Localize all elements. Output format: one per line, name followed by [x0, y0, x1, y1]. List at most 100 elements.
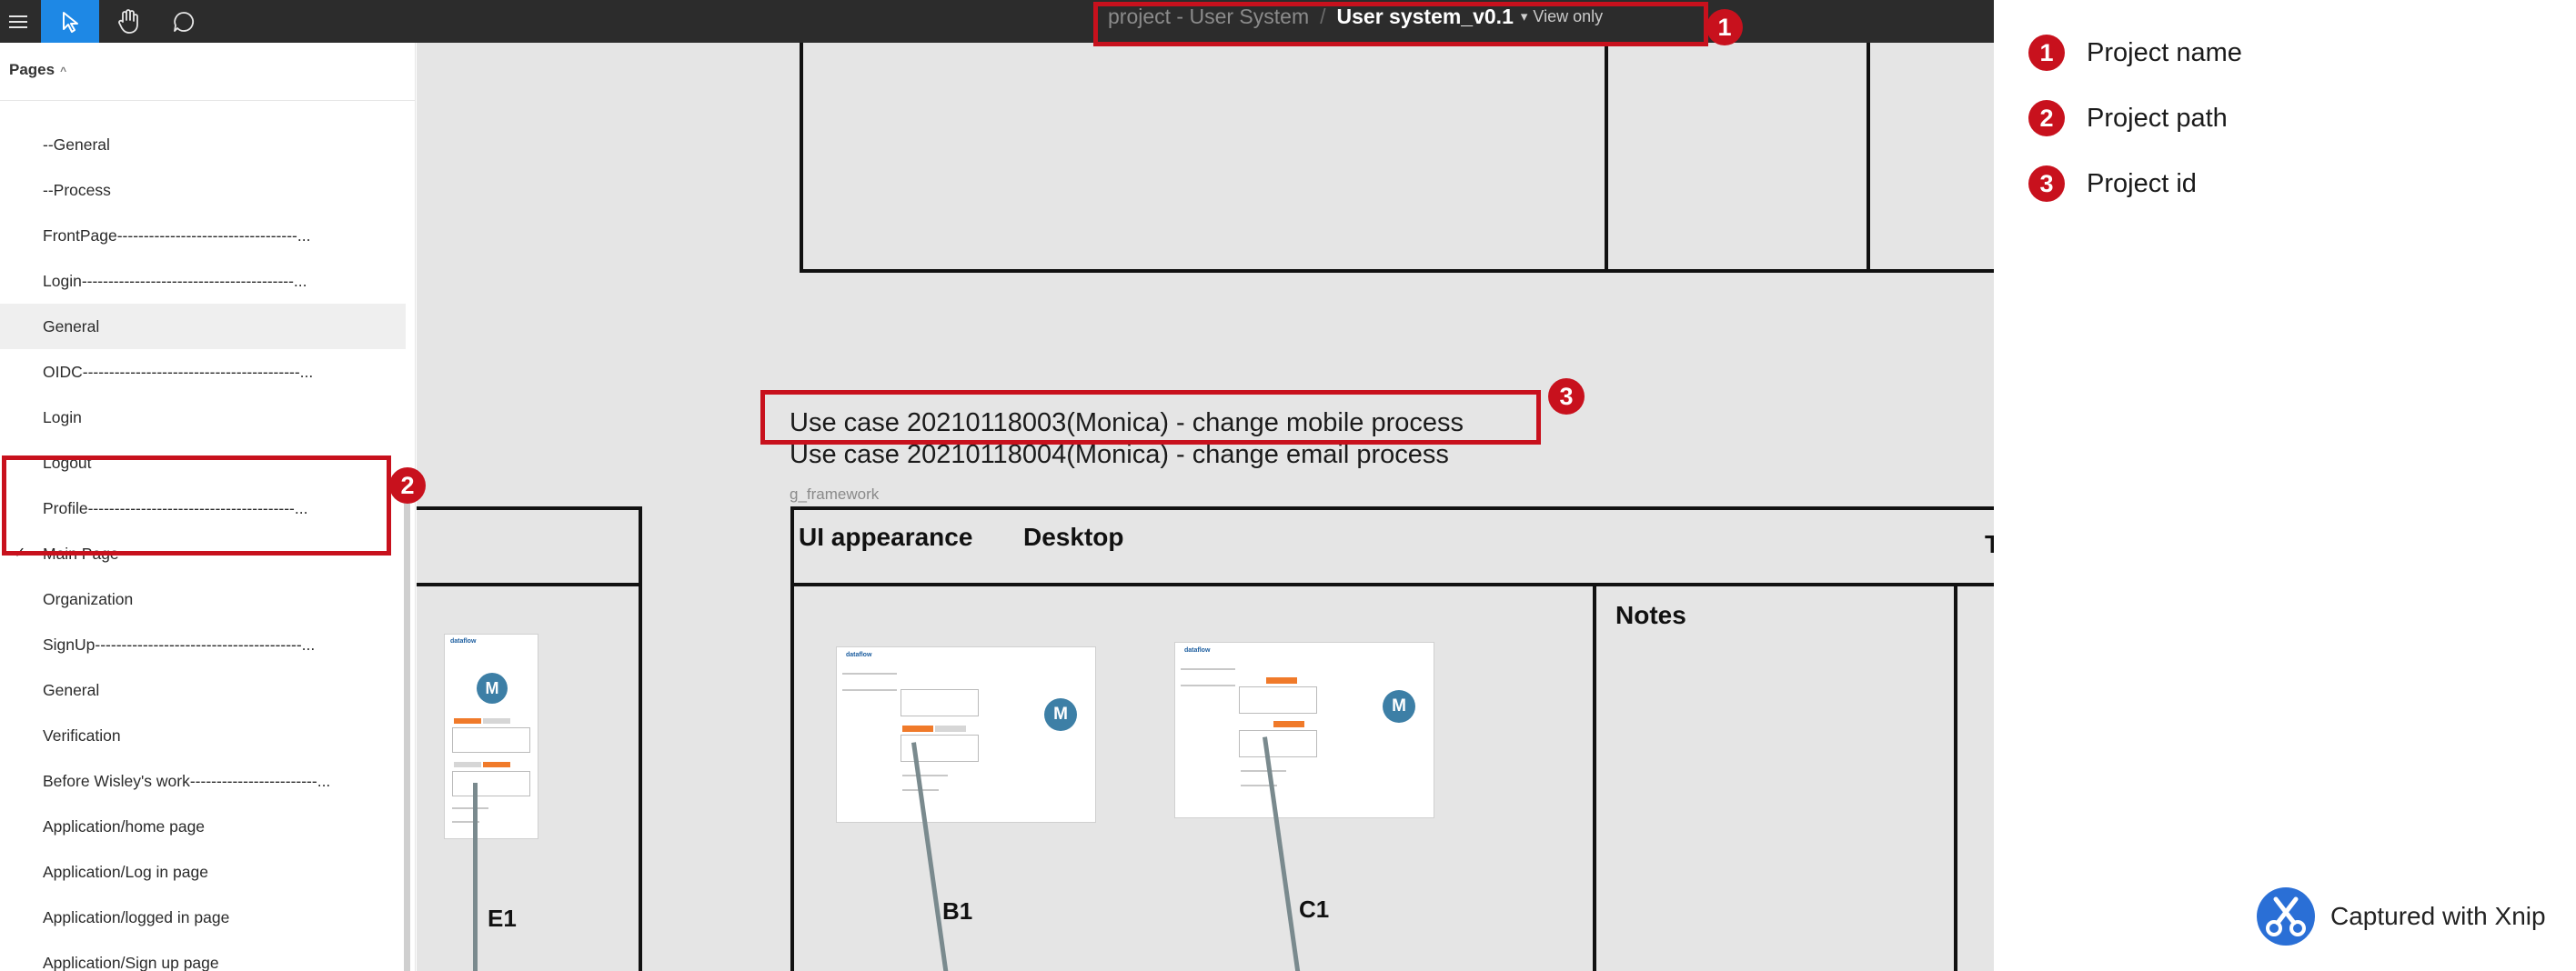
- tab-indicator: [483, 762, 510, 767]
- legend-item: 3 Project id: [2028, 164, 2197, 204]
- pages-header[interactable]: Pages ^: [9, 61, 66, 79]
- notes-header: Notes: [1615, 601, 1686, 629]
- legend-label: Project path: [2087, 103, 2228, 133]
- page-item[interactable]: --General: [0, 122, 406, 167]
- nav-line: [842, 673, 897, 675]
- nav-line: [1181, 668, 1235, 670]
- page-item[interactable]: Before Wisley's work--------------------…: [0, 758, 406, 804]
- xnip-watermark: Captured with Xnip: [2256, 886, 2546, 946]
- screen-thumbnail-desktop[interactable]: dataflow M: [1174, 642, 1434, 818]
- tab-indicator: [483, 718, 510, 724]
- page-item-label: Verification: [43, 726, 121, 745]
- comment-tool-button[interactable]: [158, 0, 208, 43]
- sidebar-scrollbar[interactable]: [404, 491, 410, 971]
- input-box: [452, 771, 530, 796]
- page-item-label: General: [43, 317, 100, 335]
- page-item-label: --Process: [43, 181, 111, 199]
- divider: [0, 100, 415, 101]
- move-tool-button[interactable]: [41, 0, 99, 43]
- page-item-label: Application/Log in page: [43, 863, 208, 881]
- page-item[interactable]: Application/home page: [0, 804, 406, 849]
- annotation-badge: 1: [1706, 9, 1743, 45]
- screen-thumbnail-mobile[interactable]: dataflow M: [444, 634, 538, 839]
- hand-tool-button[interactable]: [103, 0, 153, 43]
- pages-header-label: Pages: [9, 61, 55, 78]
- highlight-project-id: [760, 390, 1541, 445]
- input-box: [452, 727, 530, 753]
- frame-line: [639, 506, 642, 971]
- tab-indicator: [454, 718, 481, 724]
- input-box: [1239, 686, 1317, 714]
- page-item-label: OIDC------------------------------------…: [43, 363, 314, 381]
- tab-indicator: [454, 762, 481, 767]
- page-item-label: Application/Sign up page: [43, 954, 219, 971]
- chevron-up-icon[interactable]: ^: [60, 65, 66, 77]
- nav-line: [1181, 685, 1235, 686]
- input-box: [901, 689, 979, 716]
- flow-connector: [473, 783, 478, 971]
- main-menu-button[interactable]: [0, 0, 36, 43]
- frame-line: [1954, 583, 1957, 971]
- cursor-icon: [63, 11, 78, 33]
- tab-indicator: [902, 726, 933, 732]
- nav-line: [842, 689, 897, 691]
- page-item-label: General: [43, 681, 100, 699]
- tab-indicator: [1266, 677, 1297, 684]
- frame-line: [790, 506, 1994, 510]
- page-item-label: Login: [43, 408, 82, 426]
- page-item[interactable]: OIDC------------------------------------…: [0, 349, 406, 395]
- partial-header: T: [1985, 530, 1994, 558]
- page-item[interactable]: Application/Sign up page: [0, 940, 406, 971]
- page-item-label: FrontPage-------------------------------…: [43, 226, 311, 245]
- page-item[interactable]: Login-----------------------------------…: [0, 258, 406, 304]
- frame-name-label[interactable]: g_framework: [790, 485, 879, 504]
- page-item[interactable]: --Process: [0, 167, 406, 213]
- page-item[interactable]: Login: [0, 395, 406, 440]
- logo: dataflow: [1184, 647, 1211, 654]
- desktop-header: Desktop: [1023, 523, 1124, 551]
- page-item-label: SignUp----------------------------------…: [43, 636, 316, 654]
- page-item[interactable]: FrontPage-------------------------------…: [0, 213, 406, 258]
- page-item[interactable]: General: [0, 667, 406, 713]
- logo: dataflow: [450, 638, 477, 645]
- avatar: M: [1044, 698, 1077, 731]
- highlight-project-path: [2, 455, 391, 556]
- text-line: [452, 807, 488, 809]
- tab-indicator: [935, 726, 966, 732]
- frame-line: [1605, 43, 1608, 273]
- annotation-badge: 3: [1548, 378, 1585, 415]
- screen-label: B1: [942, 897, 973, 925]
- page-item-label: --General: [43, 135, 110, 154]
- input-box: [1239, 730, 1317, 757]
- legend-badge: 3: [2028, 165, 2065, 202]
- screen-thumbnail-desktop[interactable]: dataflow M: [836, 646, 1096, 823]
- page-item-label: Application/home page: [43, 817, 206, 836]
- avatar: M: [477, 673, 508, 704]
- page-item[interactable]: Organization: [0, 576, 406, 622]
- page-item[interactable]: Verification: [0, 713, 406, 758]
- frame-line: [417, 583, 642, 586]
- frame-line: [417, 506, 642, 510]
- page-item-label: Before Wisley's work--------------------…: [43, 772, 331, 790]
- frame-line: [790, 583, 1994, 586]
- page-item[interactable]: Application/Log in page: [0, 849, 406, 895]
- legend-badge: 1: [2028, 35, 2065, 71]
- page-item[interactable]: SignUp----------------------------------…: [0, 622, 406, 667]
- frame-line: [1593, 583, 1596, 971]
- page-item[interactable]: Application/logged in page: [0, 895, 406, 940]
- design-canvas[interactable]: Use case 20210118003(Monica) - change mo…: [417, 43, 1994, 971]
- tab-indicator: [1273, 721, 1304, 727]
- hamburger-icon: [9, 15, 27, 28]
- text-line: [1241, 770, 1286, 772]
- logo: dataflow: [846, 652, 872, 658]
- frame-line: [1867, 43, 1870, 273]
- screen-label: C1: [1299, 896, 1330, 923]
- page-item-label: Organization: [43, 590, 134, 608]
- frame-line: [790, 506, 794, 971]
- avatar: M: [1383, 690, 1415, 723]
- page-item-hovered[interactable]: General: [0, 304, 406, 349]
- page-item-label: Login-----------------------------------…: [43, 272, 307, 290]
- hand-icon: [117, 8, 138, 34]
- annotation-badge: 2: [389, 467, 426, 504]
- xnip-logo-icon: [2257, 887, 2315, 946]
